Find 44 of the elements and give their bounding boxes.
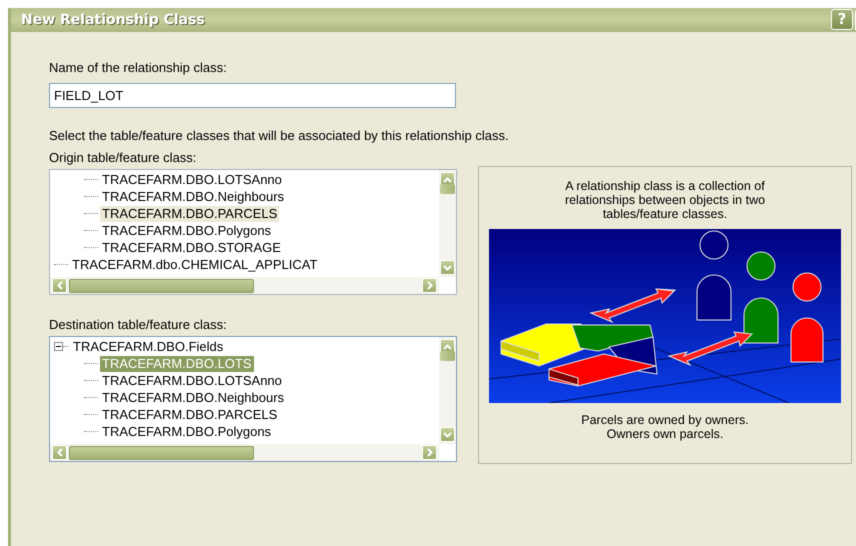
list-label: Destination table/feature class: xyxy=(49,317,228,332)
scroll-right-button[interactable] xyxy=(422,278,437,293)
tree-item[interactable]: TRACEFARM.DBO.STORAGE xyxy=(100,240,283,256)
instruction-text: Select the table/feature classes that will be associated by this relationship class. xyxy=(49,128,510,143)
collapse-icon[interactable] xyxy=(54,342,63,351)
scroll-down-button[interactable] xyxy=(440,260,455,275)
scroll-right-button[interactable] xyxy=(422,445,437,460)
tree-item[interactable]: TRACEFARM.DBO.Polygons xyxy=(100,222,274,238)
tree-item[interactable]: TRACEFARM.DBO.LOTSAnno xyxy=(100,372,284,388)
field-label: Name of the relationship class: xyxy=(49,60,228,75)
right-chevron-icon xyxy=(426,448,432,457)
scroll-left-button[interactable] xyxy=(52,278,67,293)
tree-item[interactable]: TRACEFARM.DBO.Fields xyxy=(71,338,226,354)
list-label: Origin table/feature class: xyxy=(49,150,198,165)
scroll-thumb[interactable] xyxy=(440,184,455,194)
tree-item[interactable]: TRACEFARM.DBO.PARCELS xyxy=(100,206,280,222)
scroll-thumb[interactable] xyxy=(440,350,455,360)
left-chevron-icon xyxy=(56,448,62,457)
vertical-scrollbar[interactable] xyxy=(439,337,456,444)
tree-item[interactable]: TRACEFARM.DBO.Polygons xyxy=(100,424,274,440)
horizontal-scrollbar[interactable] xyxy=(50,277,439,294)
tree-list[interactable]: TRACEFARM.DBO.Fields TRACEFARM.DBO.LOTS TRACEFARM.DBO.LOTSAnno TRACEFARM.DBO.Neighbours TRACEFARM.DBO.PARCELS TRACEFARM.DBO.Polygons xyxy=(49,336,457,462)
right-chevron-icon xyxy=(426,281,432,290)
vertical-scrollbar[interactable] xyxy=(439,170,456,277)
up-chevron-icon xyxy=(443,344,452,350)
tree-item[interactable]: TRACEFARM.DBO.Neighbours xyxy=(100,390,286,406)
down-chevron-icon xyxy=(443,264,452,270)
window-title: New Relationship Class xyxy=(21,12,205,28)
scroll-thumb[interactable] xyxy=(69,278,254,292)
tree-item[interactable]: TRACEFARM.dbo.CHEMICAL_APPLICAT xyxy=(70,256,320,272)
tree-item[interactable]: TRACEFARM.DBO.PARCELS xyxy=(100,406,280,422)
tree-list[interactable]: TRACEFARM.DBO.LOTSAnno TRACEFARM.DBO.Neighbours TRACEFARM.DBO.PARCELS TRACEFARM.DBO.Polygons TRACEFARM.DBO.STORAGE TRACEFARM.dbo.CHEMICAL_APPLICAT xyxy=(49,169,457,295)
description-text: A relationship class is a collection of relationships between objects in two tables/feature classes. xyxy=(564,179,766,221)
left-chevron-icon xyxy=(56,281,62,290)
scroll-left-button[interactable] xyxy=(52,445,67,460)
caption-text: Parcels are owned by owners. Owners own parcels. xyxy=(581,413,749,441)
down-chevron-icon xyxy=(443,432,452,438)
name-input-field[interactable]: FIELD_LOT xyxy=(49,83,456,108)
horizontal-scrollbar[interactable] xyxy=(50,444,439,461)
scroll-thumb[interactable] xyxy=(69,446,254,460)
scroll-down-button[interactable] xyxy=(440,427,455,442)
tree-item[interactable]: TRACEFARM.DBO.LOTSAnno xyxy=(100,172,284,188)
tree-item[interactable]: TRACEFARM.DBO.Neighbours xyxy=(100,188,286,204)
up-chevron-icon xyxy=(443,176,452,182)
